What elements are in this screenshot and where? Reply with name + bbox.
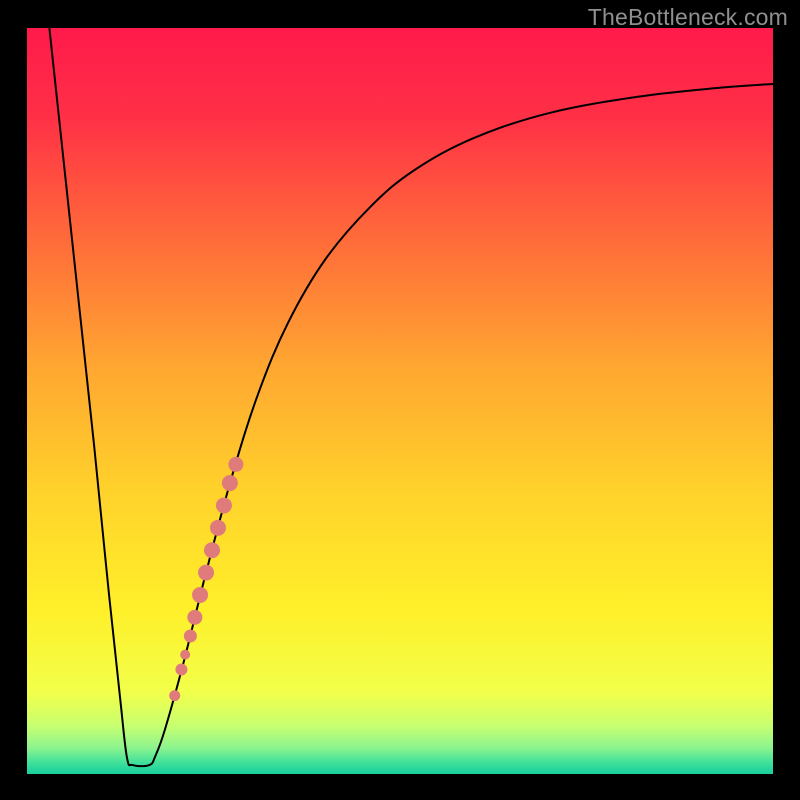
curve-marker — [175, 664, 187, 676]
watermark-text: TheBottleneck.com — [588, 4, 788, 31]
curve-marker — [184, 629, 197, 642]
curve-marker — [216, 497, 232, 513]
curve-marker — [187, 610, 202, 625]
curve-marker — [169, 690, 180, 701]
curve-marker — [180, 650, 190, 660]
chart-frame: TheBottleneck.com — [0, 0, 800, 800]
plot-area — [27, 28, 773, 774]
curve-marker — [204, 542, 220, 558]
curve-marker — [210, 520, 226, 536]
curve-marker — [198, 565, 214, 581]
curve-marker — [192, 587, 208, 603]
curve-marker — [228, 457, 243, 472]
gradient-background — [27, 28, 773, 774]
chart-svg — [27, 28, 773, 774]
curve-marker — [222, 475, 238, 491]
